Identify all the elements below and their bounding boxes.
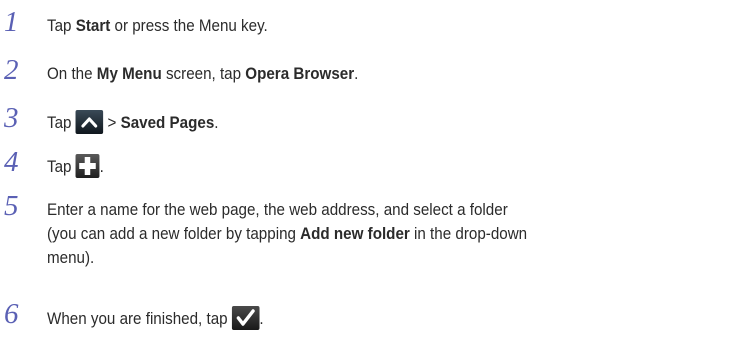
ui-term-start: Start [75,17,111,35]
text-line: menu). [47,249,95,267]
step-text: When you are finished, tap . [47,306,654,331]
text-run: Tap [47,158,76,176]
ui-term-add-new-folder: Add new folder [300,225,410,243]
text-run: screen, tap [161,65,246,83]
ui-term-my-menu: My Menu [96,65,162,83]
up-arrow-icon [75,110,104,134]
ui-term-saved-pages: Saved Pages [120,114,215,132]
text-run: Tap [47,114,76,132]
step-text: Enter a name for the web page, the web a… [47,198,654,270]
text-run: . [354,65,359,83]
ui-term-opera-browser: Opera Browser [245,65,355,83]
text-run: Tap [47,17,76,35]
step-text: Tap > Saved Pages. [47,110,654,135]
step-number: 2 [4,54,19,86]
text-run: (you can add a new folder by tapping [47,225,301,243]
text-run: in the drop-down [409,225,528,243]
step-text: On the My Menu screen, tap Opera Browser… [47,62,654,86]
text-run: . [99,158,104,176]
text-run: . [214,114,219,132]
checkmark-icon [231,306,260,330]
step-number: 1 [4,6,19,38]
step-number: 4 [4,146,19,178]
step-number: 3 [4,102,19,134]
text-run: When you are finished, tap [47,310,232,328]
step-text: Tap Start or press the Menu key. [47,14,654,38]
step-text: Tap . [47,154,654,179]
text-run: On the [47,65,97,83]
text-line: (you can add a new folder by tapping Add… [47,222,654,246]
text-line: Enter a name for the web page, the web a… [47,201,508,219]
text-run: or press the Menu key. [110,17,268,35]
step-number: 6 [4,298,19,330]
text-run: > [103,114,121,132]
plus-icon [75,154,100,178]
text-run: . [259,310,264,328]
step-number: 5 [4,190,19,222]
